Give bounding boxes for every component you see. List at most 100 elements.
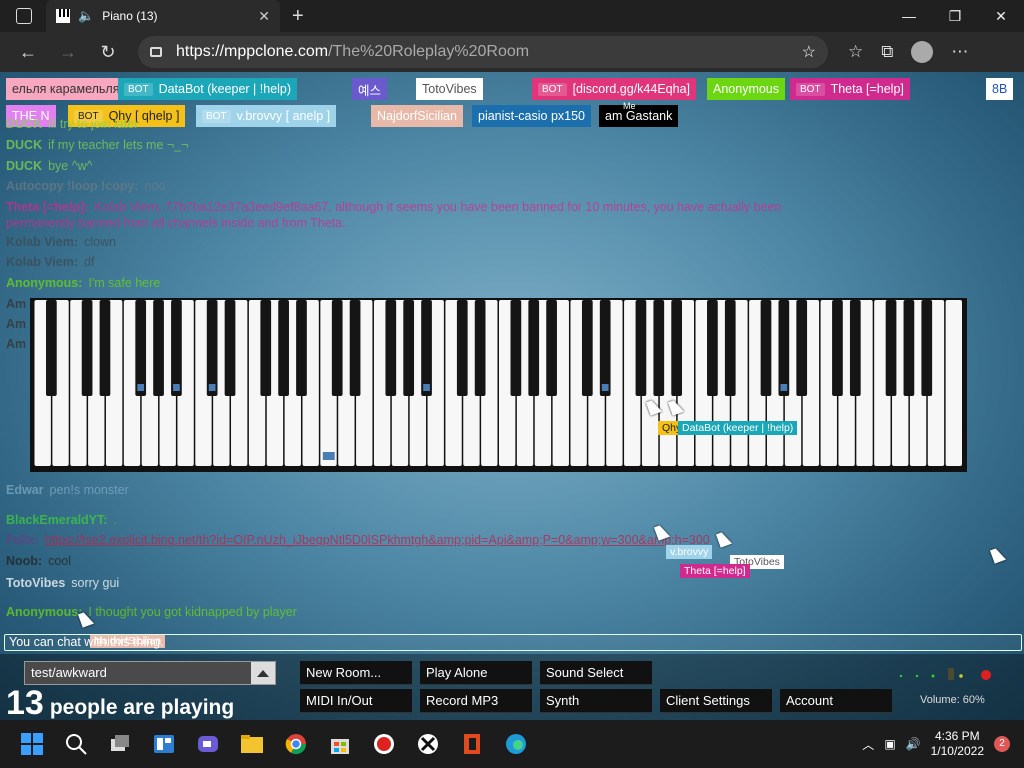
start-icon[interactable] — [10, 722, 54, 766]
user-chip[interactable]: BOT DataBot (keeper | !help) — [118, 78, 298, 100]
play-alone-button[interactable]: Play Alone — [420, 661, 532, 685]
chat-author[interactable]: Kolab Viem: — [6, 235, 78, 249]
restore-icon[interactable]: ❐ — [932, 8, 978, 25]
black-key[interactable] — [653, 300, 665, 396]
black-key[interactable] — [671, 300, 683, 396]
new-room-button[interactable]: New Room... — [300, 661, 412, 685]
black-key[interactable] — [832, 300, 843, 396]
black-key[interactable] — [796, 300, 808, 396]
black-key[interactable] — [635, 300, 647, 396]
back-icon[interactable]: ← — [8, 42, 48, 63]
black-key[interactable] — [135, 300, 147, 396]
black-key[interactable] — [99, 300, 111, 396]
room-dropdown-arrow-icon[interactable] — [251, 662, 275, 684]
user-chip[interactable]: BOT v.brovvy [ anelp ] — [196, 105, 337, 127]
user-chip[interactable]: ельля карамельля — [6, 78, 126, 100]
chat-author[interactable]: BlackEmeraldYT: — [6, 513, 107, 527]
new-tab-icon[interactable]: + — [292, 5, 304, 28]
record-app-icon[interactable] — [362, 722, 406, 766]
refresh-icon[interactable]: ↻ — [88, 42, 128, 63]
speaker-icon[interactable]: 🔈 — [78, 8, 94, 24]
lock-icon[interactable] — [150, 47, 162, 57]
chat-link[interactable]: https://tse2.explicit.bing.net/th?id=OIP… — [45, 533, 710, 547]
black-key[interactable] — [349, 300, 361, 396]
black-key[interactable] — [546, 300, 557, 396]
black-key[interactable] — [296, 300, 307, 396]
close-tab-icon[interactable]: ✕ — [258, 8, 270, 25]
chat-author[interactable]: DUCK — [6, 117, 42, 131]
black-key[interactable] — [528, 300, 540, 396]
black-key[interactable] — [421, 300, 432, 396]
task-view-icon[interactable] — [98, 722, 142, 766]
user-chip[interactable]: Anonymous — [707, 78, 786, 100]
address-bar[interactable]: https://mppclone.com/The%20Roleplay%20Ro… — [138, 36, 828, 68]
collections-icon[interactable]: ⧉ — [881, 42, 893, 62]
black-key[interactable] — [331, 300, 343, 396]
black-key[interactable] — [903, 300, 915, 396]
profile-avatar[interactable] — [911, 41, 934, 63]
chat-input[interactable]: You can chat with this thing. — [4, 634, 1022, 651]
chat-author[interactable]: Theta [=help]: — [6, 200, 88, 214]
search-icon[interactable] — [54, 722, 98, 766]
teams-chat-icon[interactable] — [186, 722, 230, 766]
chat-author[interactable]: TotoVibes — [6, 576, 65, 590]
minimize-icon[interactable]: — — [886, 8, 932, 25]
black-key[interactable] — [510, 300, 522, 396]
user-chip[interactable]: 예스 — [352, 78, 388, 100]
clock[interactable]: 4:36 PM 1/10/2022 — [931, 729, 984, 759]
tab-actions-icon[interactable] — [16, 8, 32, 24]
black-key[interactable] — [81, 300, 93, 396]
edge-icon[interactable] — [494, 722, 538, 766]
black-key[interactable] — [707, 300, 718, 396]
favorites-icon[interactable]: ☆ — [848, 42, 863, 62]
chat-author[interactable]: Kolab Viem: — [6, 255, 78, 269]
chat-author[interactable]: Felix: — [6, 533, 39, 547]
black-key[interactable] — [724, 300, 736, 396]
user-chip[interactable]: BOT Theta [=help] — [790, 78, 910, 100]
black-key[interactable] — [760, 300, 772, 396]
synth-button[interactable]: Synth — [540, 689, 652, 713]
midi-in-out-button[interactable]: MIDI In/Out — [300, 689, 412, 713]
black-key[interactable] — [921, 300, 933, 396]
chat-author[interactable]: Anonymous: — [6, 276, 82, 290]
chevron-up-icon[interactable]: ︿ — [862, 736, 874, 753]
volume-knob[interactable] — [895, 662, 995, 686]
store-icon[interactable] — [318, 722, 362, 766]
black-key[interactable] — [456, 300, 468, 396]
room-select[interactable]: test/awkward — [24, 661, 276, 685]
close-window-icon[interactable]: ✕ — [978, 8, 1024, 25]
piano-keyboard[interactable] — [30, 298, 967, 472]
browser-tab[interactable]: 🔈 Piano (13) ✕ — [46, 0, 280, 32]
chat-author[interactable]: DUCK — [6, 138, 42, 152]
user-chip[interactable]: pianist-casio px150 — [472, 105, 592, 127]
chat-author[interactable]: Noob: — [6, 554, 42, 568]
black-key[interactable] — [581, 300, 593, 396]
widgets-icon[interactable] — [142, 722, 186, 766]
black-key[interactable] — [474, 300, 486, 396]
chat-author[interactable]: Autocopy !loop !copy: — [6, 179, 139, 193]
user-chip[interactable]: TotoVibes — [416, 78, 483, 100]
black-key[interactable] — [206, 300, 218, 396]
xbox-icon[interactable] — [406, 722, 450, 766]
network-icon[interactable]: ▣ — [884, 737, 895, 751]
black-key[interactable] — [46, 300, 57, 396]
record-mp3-button[interactable]: Record MP3 — [420, 689, 532, 713]
user-chip[interactable]: NajdorfSicilian — [371, 105, 463, 127]
black-key[interactable] — [403, 300, 415, 396]
client-settings-button[interactable]: Client Settings — [660, 689, 772, 713]
piano-keys[interactable] — [34, 300, 963, 468]
white-key[interactable] — [945, 300, 962, 466]
volume-icon[interactable]: 🔊 — [906, 737, 921, 751]
black-key[interactable] — [885, 300, 897, 396]
notification-badge[interactable]: 2 — [994, 736, 1010, 752]
black-key[interactable] — [599, 300, 611, 396]
office-icon[interactable] — [450, 722, 494, 766]
black-key[interactable] — [260, 300, 272, 396]
black-key[interactable] — [171, 300, 182, 396]
account-button[interactable]: Account — [780, 689, 892, 713]
chat-author[interactable]: Edwar — [6, 483, 44, 497]
black-key[interactable] — [385, 300, 397, 396]
user-chip[interactable]: BOT [discord.gg/k44Eqha] — [532, 78, 697, 100]
forward-icon[interactable]: → — [48, 42, 88, 63]
user-chip[interactable]: Me am Gastank — [599, 101, 679, 127]
